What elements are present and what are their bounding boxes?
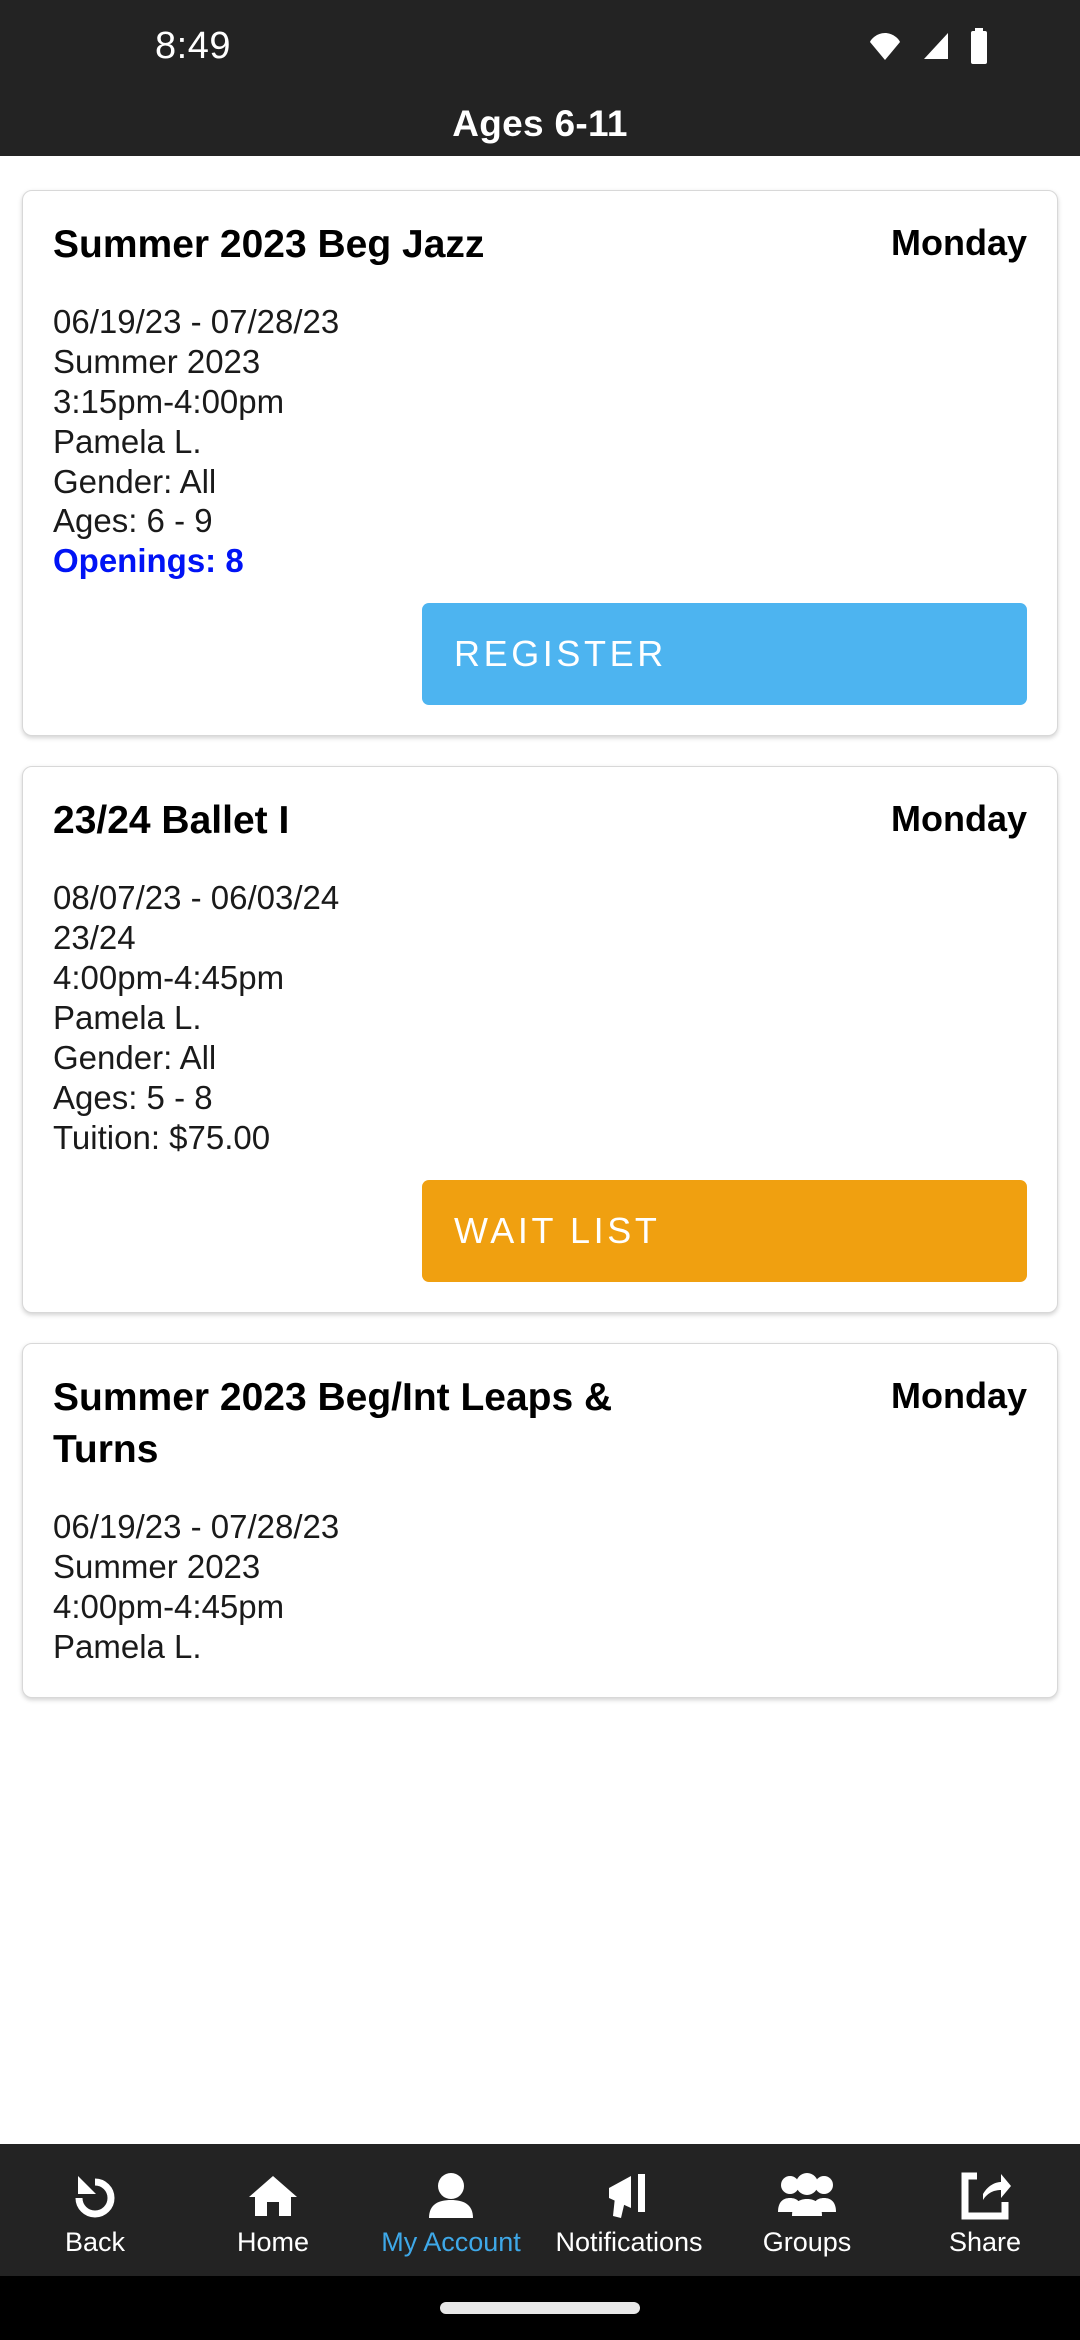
home-gesture-bar[interactable]: [440, 2302, 640, 2314]
status-bar-clock: 8:49: [155, 24, 231, 67]
class-details: 08/07/23 - 06/03/24 23/24 4:00pm-4:45pm …: [53, 878, 1027, 1158]
nav-label: Home: [236, 2227, 310, 2257]
class-detail-season: Summer 2023: [53, 1548, 261, 1586]
bottom-navigation-bar: Back Home My Account Notifications Group…: [0, 2144, 1080, 2276]
class-card-header: 23/24 Ballet I Monday: [53, 795, 1027, 848]
class-day: Monday: [890, 798, 1027, 840]
class-card-header: Summer 2023 Beg/Int Leaps & Turns Monday: [53, 1372, 1027, 1477]
class-detail-ages: Ages: 6 - 9: [53, 502, 213, 540]
class-detail-time: 3:15pm-4:00pm: [53, 382, 285, 420]
megaphone-icon: [603, 2164, 655, 2222]
class-action-row: REGISTER: [53, 603, 1027, 706]
class-detail-ages: Ages: 5 - 8: [53, 1078, 213, 1116]
class-detail-tuition: Tuition: $75.00: [53, 1118, 271, 1156]
people-group-icon: [776, 2164, 838, 2222]
nav-item-notifications[interactable]: Notifications: [540, 2164, 718, 2256]
nav-label: Groups: [762, 2227, 852, 2257]
class-title: Summer 2023 Beg Jazz: [53, 223, 485, 266]
nav-label: Back: [64, 2227, 126, 2257]
class-detail-time: 4:00pm-4:45pm: [53, 1588, 285, 1626]
nav-item-my-account[interactable]: My Account: [362, 2164, 540, 2256]
wait-list-button[interactable]: WAIT LIST: [422, 1179, 1027, 1282]
class-detail-dates: 06/19/23 - 07/28/23: [53, 1508, 340, 1546]
nav-label: Notifications: [555, 2227, 703, 2257]
class-detail-season: Summer 2023: [53, 342, 261, 380]
class-card[interactable]: 23/24 Ballet I Monday 08/07/23 - 06/03/2…: [22, 766, 1058, 1313]
status-bar: 8:49: [0, 0, 1080, 92]
house-icon: [247, 2164, 299, 2222]
class-detail-instructor: Pamela L.: [53, 1628, 202, 1666]
class-detail-dates: 06/19/23 - 07/28/23: [53, 302, 340, 340]
register-button[interactable]: REGISTER: [422, 603, 1027, 706]
person-icon: [425, 2164, 477, 2222]
share-icon: [959, 2164, 1011, 2222]
signal-icon: [918, 29, 952, 63]
class-details: 06/19/23 - 07/28/23 Summer 2023 4:00pm-4…: [53, 1507, 1027, 1667]
wifi-icon: [868, 29, 902, 63]
nav-label: My Account: [381, 2227, 521, 2257]
class-detail-instructor: Pamela L.: [53, 998, 202, 1036]
system-gesture-area: [0, 2276, 1080, 2340]
nav-item-share[interactable]: Share: [896, 2164, 1074, 2256]
class-card-header: Summer 2023 Beg Jazz Monday: [53, 219, 1027, 272]
class-card[interactable]: Summer 2023 Beg/Int Leaps & Turns Monday…: [22, 1342, 1058, 1698]
undo-arrow-icon: [69, 2164, 121, 2222]
status-bar-icons: [868, 28, 990, 64]
class-detail-gender: Gender: All: [53, 462, 217, 500]
class-list[interactable]: Summer 2023 Beg Jazz Monday 06/19/23 - 0…: [0, 156, 1080, 2144]
nav-item-groups[interactable]: Groups: [718, 2164, 896, 2256]
battery-icon: [968, 28, 990, 64]
class-detail-time: 4:00pm-4:45pm: [53, 959, 285, 996]
class-openings-count: Openings: 8: [53, 542, 244, 580]
class-action-row: WAIT LIST: [53, 1179, 1027, 1282]
class-day: Monday: [890, 1374, 1027, 1416]
nav-item-back[interactable]: Back: [6, 2164, 184, 2256]
class-day: Monday: [890, 222, 1027, 263]
class-details: 06/19/23 - 07/28/23 Summer 2023 3:15pm-4…: [53, 302, 1027, 582]
nav-label: Share: [948, 2227, 1022, 2257]
page-title: Ages 6-11: [452, 103, 628, 144]
app-header: Ages 6-11: [0, 92, 1080, 156]
class-card[interactable]: Summer 2023 Beg Jazz Monday 06/19/23 - 0…: [22, 190, 1058, 737]
nav-item-home[interactable]: Home: [184, 2164, 362, 2256]
class-detail-dates: 08/07/23 - 06/03/24: [53, 879, 340, 917]
class-title: 23/24 Ballet I: [53, 799, 290, 843]
class-detail-season: 23/24: [53, 919, 136, 957]
class-title: Summer 2023 Beg/Int Leaps & Turns: [53, 1375, 613, 1472]
class-detail-gender: Gender: All: [53, 1038, 217, 1076]
class-detail-instructor: Pamela L.: [53, 422, 202, 460]
